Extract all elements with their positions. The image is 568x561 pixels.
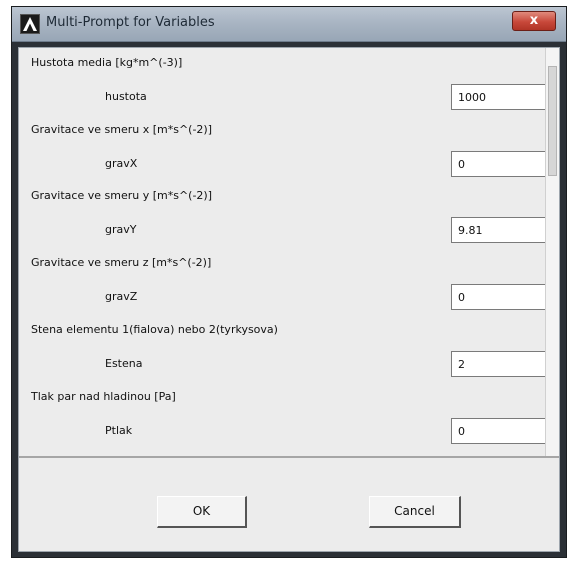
prompt-caption-gravz: Gravitace ve smeru z [m*s^(-2)] — [31, 256, 212, 269]
ok-button[interactable]: OK — [157, 496, 247, 528]
ptlak-input[interactable] — [451, 418, 557, 444]
multi-prompt-dialog: Multi-Prompt for Variables x Hustota med… — [11, 6, 567, 558]
prompt-caption-estena: Stena elementu 1(fialova) nebo 2(tyrkyso… — [31, 323, 278, 336]
prompt-caption-gravx: Gravitace ve smeru x [m*s^(-2)] — [31, 123, 213, 136]
ok-button-label: OK — [192, 504, 211, 518]
cancel-button-label: Cancel — [394, 504, 435, 518]
prompt-caption-hustota: Hustota media [kg*m^(-3)] — [31, 56, 183, 69]
estena-input[interactable] — [451, 351, 557, 377]
close-icon: x — [529, 13, 539, 28]
gravz-input[interactable] — [451, 284, 557, 310]
prompt-caption-gravy: Gravitace ve smeru y [m*s^(-2)] — [31, 189, 213, 202]
prompt-label-gravx: gravX — [105, 157, 138, 170]
hustota-input[interactable] — [451, 84, 557, 110]
prompt-label-estena: Estena — [105, 357, 143, 370]
window-title: Multi-Prompt for Variables — [46, 15, 215, 30]
close-button[interactable]: x — [512, 11, 556, 31]
prompt-caption-ptlak: Tlak par nad hladinou [Pa] — [31, 390, 176, 403]
prompt-label-ptlak: Ptlak — [105, 424, 133, 437]
dialog-body: Hustota media [kg*m^(-3)] hustota Gravit… — [18, 47, 560, 552]
prompt-label-gravz: gravZ — [105, 290, 138, 303]
cancel-button[interactable]: Cancel — [369, 496, 461, 528]
prompt-label-hustota: hustota — [105, 90, 147, 103]
title-bar[interactable]: Multi-Prompt for Variables x — [12, 7, 566, 42]
gravx-input[interactable] — [451, 151, 557, 177]
prompt-label-gravy: gravY — [105, 223, 137, 236]
scrollbar-thumb[interactable] — [548, 66, 557, 176]
gravy-input[interactable] — [451, 217, 557, 243]
vertical-scrollbar[interactable] — [545, 48, 559, 456]
prompt-list: Hustota media [kg*m^(-3)] hustota Gravit… — [19, 48, 559, 458]
ansys-logo-icon — [20, 14, 40, 34]
